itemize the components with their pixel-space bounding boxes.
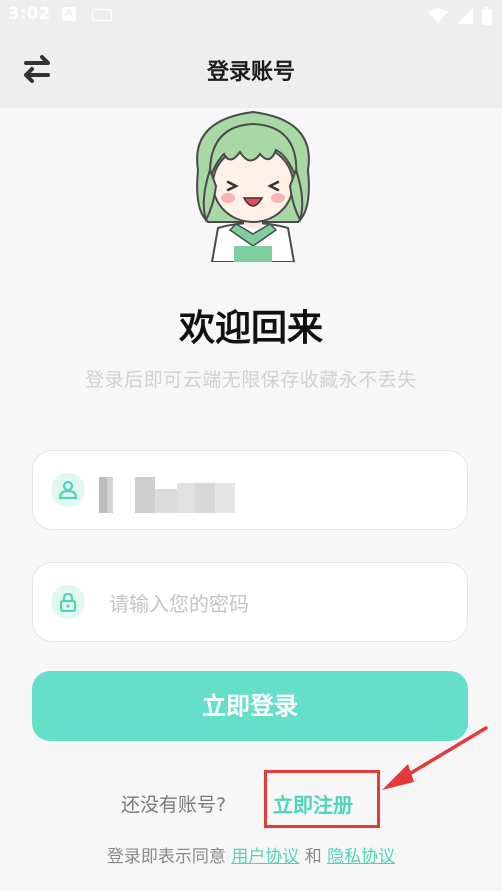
status-indicators — [424, 5, 492, 25]
account-field[interactable] — [32, 450, 468, 530]
agreement-and: 和 — [304, 847, 322, 867]
highlight-box — [264, 770, 380, 828]
keyboard-icon — [92, 9, 112, 21]
account-value-obscured[interactable] — [99, 473, 239, 513]
page-title: 登录账号 — [206, 60, 295, 85]
no-account-prompt: 还没有账号? — [121, 794, 227, 816]
wifi-icon — [427, 8, 448, 23]
status-time: 3:02 — [8, 4, 51, 24]
lock-icon — [51, 585, 85, 619]
status-bar: 3:02 A — [0, 0, 502, 30]
battery-icon — [482, 6, 492, 25]
welcome-subtitle: 登录后即可云端无限保存收藏永不丢失 — [85, 369, 417, 391]
privacy-policy-link[interactable]: 隐私协议 — [327, 847, 395, 867]
user-agreement-link[interactable]: 用户协议 — [231, 847, 299, 867]
pointer-arrow-icon — [382, 726, 488, 790]
password-field[interactable] — [32, 562, 468, 642]
agreement-prefix: 登录即表示同意 — [106, 847, 226, 867]
agreement-text: 登录即表示同意 用户协议 和 隐私协议 — [0, 842, 502, 867]
mascot-avatar — [196, 110, 310, 262]
signal-icon — [456, 7, 473, 24]
welcome-title: 欢迎回来 — [178, 308, 323, 349]
password-input[interactable] — [107, 587, 441, 621]
login-screen: 3:02 A 登录账号 欢迎回来 登录后即可云端无限保存收藏永不丢失 立即登录 … — [0, 0, 502, 891]
notification-icon: A — [62, 7, 76, 21]
app-header: 登录账号 — [0, 30, 502, 108]
user-icon — [51, 473, 85, 507]
